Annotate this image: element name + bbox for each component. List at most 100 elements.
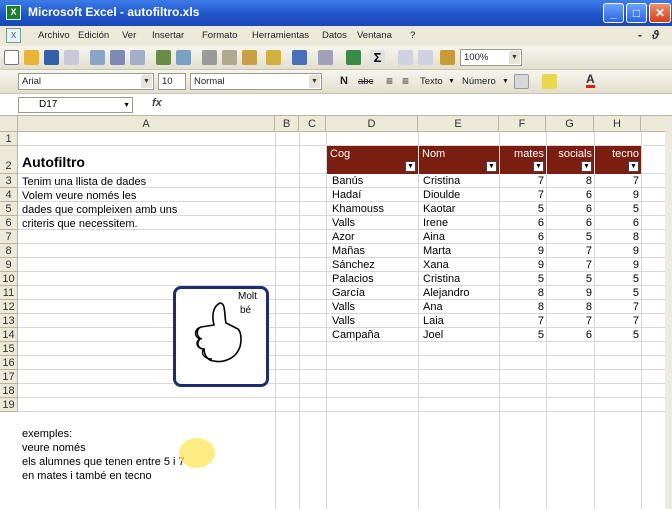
table-cell[interactable]: 7	[595, 301, 639, 313]
chevron-down-icon[interactable]: ▼	[123, 99, 130, 113]
title-cell[interactable]: Autofiltro	[22, 154, 85, 170]
row-header[interactable]: 3	[0, 174, 18, 188]
menu-archivo[interactable]: Archivo	[38, 30, 70, 41]
email-icon[interactable]	[90, 50, 105, 65]
permission-icon[interactable]	[64, 50, 79, 65]
table-cell[interactable]: 5	[595, 287, 639, 299]
column-header-i[interactable]	[641, 116, 667, 132]
column-header-e[interactable]: E	[418, 116, 499, 132]
row-header[interactable]: 18	[0, 384, 18, 398]
table-cell[interactable]: 5	[500, 203, 544, 215]
research-icon[interactable]	[176, 50, 191, 65]
new-icon[interactable]	[4, 50, 19, 65]
menu-edicion[interactable]: Edición	[78, 30, 109, 41]
chart-wizard-icon[interactable]	[440, 50, 455, 65]
bold-button[interactable]: N	[340, 75, 348, 87]
table-cell[interactable]: 8	[500, 287, 544, 299]
table-cell[interactable]: 9	[595, 189, 639, 201]
copy-icon[interactable]	[222, 50, 237, 65]
table-cell[interactable]: Kaotar	[423, 203, 495, 215]
table-cell[interactable]: 5	[547, 273, 592, 285]
row-header[interactable]: 10	[0, 272, 18, 286]
menu-formato[interactable]: Formato	[202, 30, 237, 41]
table-cell[interactable]: 9	[547, 287, 592, 299]
table-cell[interactable]: Campaña	[332, 329, 412, 341]
table-cell[interactable]: Joel	[423, 329, 495, 341]
menu-ventana[interactable]: Ventana	[357, 30, 392, 41]
table-cell[interactable]: 6	[595, 217, 639, 229]
menu-datos[interactable]: Datos	[322, 30, 347, 41]
table-cell[interactable]: 5	[547, 231, 592, 243]
intro-line[interactable]: dades que compleixen amb uns	[22, 204, 177, 216]
row-header[interactable]: 14	[0, 328, 18, 342]
example-line[interactable]: veure només	[22, 442, 86, 454]
filter-dropdown-icon[interactable]: ▼	[486, 161, 497, 172]
zoom-select[interactable]: 100% ▼	[460, 49, 522, 66]
row-header[interactable]: 12	[0, 300, 18, 314]
strikethrough-button[interactable]: abc	[358, 76, 373, 87]
example-line[interactable]: en mates i també en tecno	[22, 470, 152, 482]
example-line[interactable]: exemples:	[22, 428, 72, 440]
filter-dropdown-icon[interactable]: ▼	[628, 161, 639, 172]
table-cell[interactable]: Sánchez	[332, 259, 412, 271]
table-cell[interactable]: Valls	[332, 217, 412, 229]
table-cell[interactable]: 7	[547, 245, 592, 257]
print-preview-icon[interactable]	[130, 50, 145, 65]
cut-icon[interactable]	[202, 50, 217, 65]
table-cell[interactable]: 7	[595, 175, 639, 187]
table-cell[interactable]: 6	[547, 189, 592, 201]
font-color-icon[interactable]: A	[586, 73, 595, 88]
name-box[interactable]: D17 ▼	[18, 97, 133, 113]
table-cell[interactable]: 5	[595, 273, 639, 285]
print-icon[interactable]	[110, 50, 125, 65]
column-header-f[interactable]: F	[499, 116, 546, 132]
chevron-down-icon[interactable]: ▼	[141, 75, 152, 88]
table-cell[interactable]: Cristina	[423, 273, 495, 285]
open-icon[interactable]	[24, 50, 39, 65]
font-size-select[interactable]: 10	[158, 73, 186, 90]
column-header-b[interactable]: B	[275, 116, 299, 132]
row-header[interactable]: 11	[0, 286, 18, 300]
close-button[interactable]: ✕	[649, 3, 671, 23]
chevron-down-icon[interactable]: ▼	[309, 75, 320, 88]
sort-ascending-icon[interactable]	[398, 50, 413, 65]
hyperlink-icon[interactable]	[346, 50, 361, 65]
doc-minimize-icon[interactable]: -	[638, 28, 642, 42]
font-select[interactable]: Arial ▼	[18, 73, 154, 90]
table-cell[interactable]: Marta	[423, 245, 495, 257]
table-cell[interactable]: 8	[547, 175, 592, 187]
table-cell[interactable]: Azor	[332, 231, 412, 243]
table-cell[interactable]: 7	[500, 315, 544, 327]
thumbs-up-image[interactable]: Molt bé	[173, 286, 269, 387]
text-button[interactable]: Texto	[420, 76, 443, 87]
table-cell[interactable]: Palacios	[332, 273, 412, 285]
table-cell[interactable]: Dioulde	[423, 189, 495, 201]
borders-icon[interactable]	[514, 74, 529, 89]
filter-dropdown-icon[interactable]: ▼	[581, 161, 592, 172]
minimize-button[interactable]: _	[603, 3, 624, 23]
table-cell[interactable]: 5	[500, 273, 544, 285]
chevron-down-icon[interactable]: ▼	[502, 78, 509, 85]
table-cell[interactable]: 9	[595, 245, 639, 257]
number-button[interactable]: Número	[462, 76, 496, 87]
table-cell[interactable]: 6	[547, 329, 592, 341]
table-cell[interactable]: 7	[547, 259, 592, 271]
table-cell[interactable]: Irene	[423, 217, 495, 229]
table-cell[interactable]: Alejandro	[423, 287, 495, 299]
row-header[interactable]: 16	[0, 356, 18, 370]
menu-help[interactable]: ?	[410, 30, 415, 41]
chevron-down-icon[interactable]: ▼	[509, 51, 520, 64]
table-cell[interactable]: 7	[547, 315, 592, 327]
row-header[interactable]: 15	[0, 342, 18, 356]
column-header-g[interactable]: G	[546, 116, 594, 132]
table-cell[interactable]: Aina	[423, 231, 495, 243]
table-cell[interactable]: 6	[500, 231, 544, 243]
table-cell[interactable]: 8	[595, 231, 639, 243]
doc-restore-icon[interactable]: ϑ	[652, 28, 659, 42]
row-header[interactable]: 19	[0, 398, 18, 412]
align-right-icon[interactable]: ≡	[402, 74, 409, 88]
menu-herramientas[interactable]: Herramientas	[252, 30, 309, 41]
table-cell[interactable]: García	[332, 287, 412, 299]
menu-insertar[interactable]: Insertar	[152, 30, 184, 41]
table-cell[interactable]: 5	[595, 329, 639, 341]
